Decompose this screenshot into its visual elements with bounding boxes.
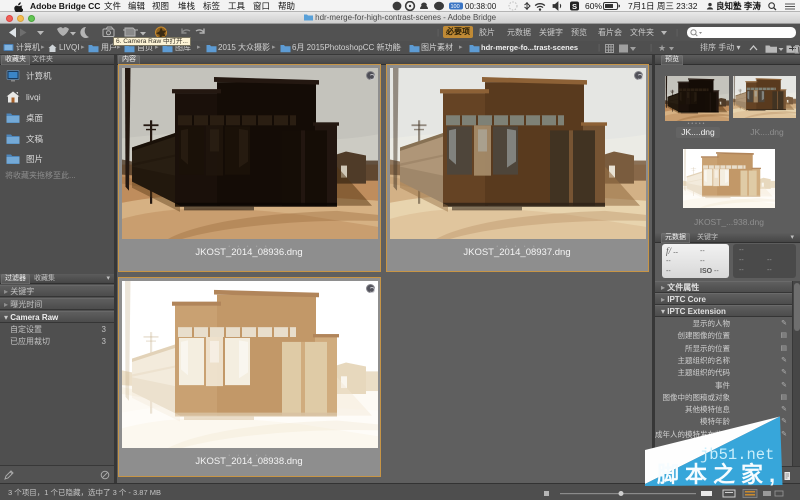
svg-text:S: S: [572, 2, 577, 11]
svg-text:00:38:00: 00:38:00: [465, 2, 497, 11]
svg-text:脚本之家,: 脚本之家,: [657, 462, 781, 487]
svg-text:100: 100: [451, 4, 460, 10]
